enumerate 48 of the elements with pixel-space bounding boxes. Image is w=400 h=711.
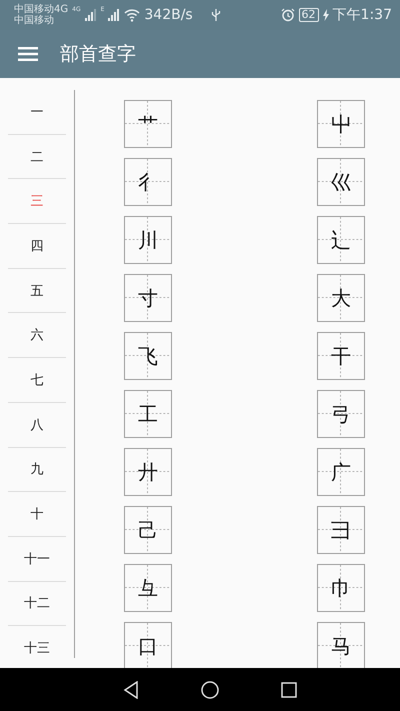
radical-tile[interactable]: 彳 — [124, 158, 172, 206]
stroke-count-item[interactable]: 十 — [8, 492, 66, 537]
radical-tile[interactable]: 艹 — [124, 100, 172, 148]
stroke-count-item[interactable]: 十二 — [8, 582, 66, 626]
radical-tile[interactable]: 工 — [124, 390, 172, 438]
recents-icon[interactable] — [281, 682, 297, 698]
charging-icon — [322, 9, 329, 21]
stroke-count-item[interactable]: 二 — [8, 134, 66, 180]
menu-icon[interactable] — [18, 46, 38, 62]
stroke-count-item[interactable]: 六 — [8, 313, 66, 358]
radical-tile[interactable]: 川 — [124, 216, 172, 264]
radical-tile[interactable]: 辶 — [317, 216, 365, 264]
stroke-count-item[interactable]: 七 — [8, 358, 66, 403]
radical-tile[interactable]: 大 — [317, 274, 365, 322]
radical-tile[interactable]: 巾 — [317, 564, 365, 612]
stroke-count-item[interactable]: 五 — [8, 268, 66, 314]
clock: 下午1:37 — [332, 6, 392, 24]
stroke-count-item[interactable]: 一 — [8, 90, 66, 135]
back-icon[interactable] — [123, 680, 139, 698]
carrier-label: 中国移动4G — [14, 4, 68, 15]
stroke-count-item[interactable]: 九 — [8, 448, 66, 492]
radical-tile[interactable]: 廾 — [124, 448, 172, 496]
stroke-count-item[interactable]: 八 — [8, 402, 66, 448]
stroke-count-item[interactable]: 三 — [8, 179, 66, 224]
radical-tile[interactable]: 巛 — [317, 158, 365, 206]
radical-tile[interactable]: 干 — [317, 332, 365, 380]
stroke-count-item[interactable]: 十一 — [8, 536, 66, 582]
radical-tile[interactable]: 寸 — [124, 274, 172, 322]
radical-tile[interactable]: 彐 — [317, 506, 365, 554]
wifi-icon — [124, 8, 140, 22]
radical-tile[interactable]: 弓 — [317, 390, 365, 438]
carrier-label: 中国移动 — [14, 15, 55, 26]
radical-tile[interactable]: 己 — [124, 506, 172, 554]
network-speed: 342B/s — [144, 7, 193, 23]
battery-level: 62 — [298, 8, 319, 22]
radical-tile[interactable]: 彑 — [124, 564, 172, 612]
radical-tile[interactable]: 飞 — [124, 332, 172, 380]
usb-icon — [210, 8, 221, 22]
home-icon[interactable] — [201, 680, 219, 698]
radical-tile[interactable]: 广 — [317, 448, 365, 496]
stroke-count-item[interactable]: 四 — [8, 224, 66, 269]
page-title: 部首查字 — [60, 42, 136, 67]
radical-tile[interactable]: 口 — [124, 622, 172, 668]
alarm-icon — [280, 8, 295, 22]
radical-tile[interactable]: 马 — [317, 622, 365, 668]
signal-icon — [84, 9, 97, 21]
radical-tile[interactable]: 屮 — [317, 100, 365, 148]
signal-icon — [108, 9, 120, 21]
